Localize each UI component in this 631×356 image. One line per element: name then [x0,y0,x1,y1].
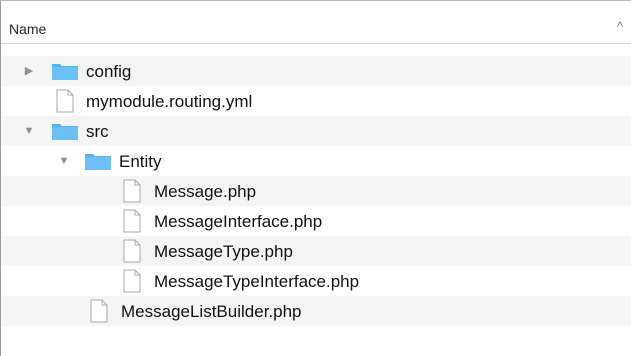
list-item-mymodule-routing-yml[interactable]: mymodule.routing.yml [1,86,631,116]
list-item-messagelistbuilder-php[interactable]: MessageListBuilder.php [1,296,631,326]
list-item-label: Entity [119,152,162,171]
list-item-messagetype-php[interactable]: MessageType.php [1,236,631,266]
folder-icon [85,154,111,170]
list-item-message-php[interactable]: Message.php [1,176,631,206]
list-item-entity[interactable]: ▼ Entity [1,146,631,176]
file-list: ▶ config mymodule.routing.yml ▼ src ▼ En… [1,56,631,326]
document-icon [123,179,141,203]
finder-window: Name ^ ▶ config mymodule.routing.yml ▼ s… [0,0,631,356]
list-item-label: MessageType.php [154,242,293,261]
list-item-label: config [86,62,132,81]
folder-icon [52,64,78,80]
list-item-label: Message.php [154,182,257,201]
list-item-messageinterface-php[interactable]: MessageInterface.php [1,206,631,236]
document-icon [56,89,74,113]
list-item-label: src [86,122,109,141]
list-item-label: MessageInterface.php [154,212,323,231]
document-icon [123,239,141,263]
folder-icon [52,124,78,140]
document-icon [90,299,108,323]
document-icon [123,209,141,233]
column-header-name[interactable]: Name ^ [1,12,631,44]
list-item-label: MessageTypeInterface.php [154,272,360,291]
disclosure-down-icon[interactable]: ▼ [22,124,36,138]
list-item-config[interactable]: ▶ config [1,56,631,86]
list-item-label: MessageListBuilder.php [121,302,302,321]
document-icon [123,269,141,293]
list-item-src[interactable]: ▼ src [1,116,631,146]
disclosure-right-icon[interactable]: ▶ [22,64,36,78]
list-item-label: mymodule.routing.yml [86,92,253,111]
column-header-label: Name [9,21,47,37]
sort-ascending-icon[interactable]: ^ [617,19,623,34]
disclosure-down-icon[interactable]: ▼ [57,154,71,168]
list-item-messagetypeinterface-php[interactable]: MessageTypeInterface.php [1,266,631,296]
